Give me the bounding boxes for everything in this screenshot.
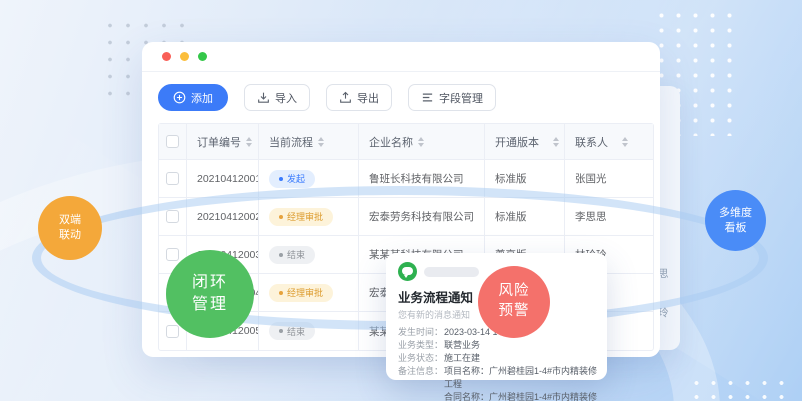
sender-name-placeholder xyxy=(424,267,479,277)
list-settings-icon xyxy=(421,91,434,104)
import-button-label: 导入 xyxy=(275,90,297,106)
remark-line: 项目名称：广州碧桂园1-4#市内精装修工程 xyxy=(444,365,597,391)
table-header-row: 订单编号 当前流程 企业名称 开通版本 联系人 xyxy=(159,124,653,160)
field-management-button[interactable]: 字段管理 xyxy=(408,84,496,111)
sort-icon[interactable] xyxy=(246,137,252,147)
status-badge: 发起 xyxy=(269,170,315,188)
plus-circle-icon xyxy=(173,91,186,104)
import-icon xyxy=(257,91,270,104)
sort-icon[interactable] xyxy=(318,137,324,147)
row-checkbox[interactable] xyxy=(166,325,179,338)
column-header-order-id[interactable]: 订单编号 xyxy=(187,124,259,160)
dot-grid-bottom-right xyxy=(688,376,788,401)
column-header-version[interactable]: 开通版本 xyxy=(485,124,565,160)
window-close-button[interactable] xyxy=(162,52,171,61)
add-button-label: 添加 xyxy=(191,90,213,106)
column-header-current-flow[interactable]: 当前流程 xyxy=(259,124,359,160)
row-checkbox[interactable] xyxy=(166,172,179,185)
status-dot xyxy=(279,329,283,333)
wechat-icon xyxy=(398,262,417,281)
feature-badge-risk-warning: 风险 预警 xyxy=(478,266,550,338)
sort-icon[interactable] xyxy=(622,137,628,147)
export-icon xyxy=(339,91,352,104)
column-header-company[interactable]: 企业名称 xyxy=(359,124,485,160)
status-dot xyxy=(279,177,283,181)
window-minimize-button[interactable] xyxy=(180,52,189,61)
window-maximize-button[interactable] xyxy=(198,52,207,61)
feature-badge-closed-loop: 闭环 管理 xyxy=(166,250,254,338)
notification-field: 业务状态： 施工在建 xyxy=(398,352,597,365)
export-button[interactable]: 导出 xyxy=(326,84,392,111)
remark-line: 合同名称：广州碧桂园1-4#市内精装修工程龙骨采购合同 xyxy=(444,391,597,401)
feature-badge-dual-linkage: 双端 联动 xyxy=(38,196,102,260)
feature-badge-multi-dimension-board: 多维度 看板 xyxy=(705,190,766,251)
window-titlebar xyxy=(142,42,660,72)
toolbar: 添加 导入 导出 字段管理 xyxy=(142,72,660,111)
notification-field: 备注信息： 项目名称：广州碧桂园1-4#市内精装修工程 合同名称：广州碧桂园1-… xyxy=(398,365,597,401)
export-button-label: 导出 xyxy=(357,90,379,106)
add-button[interactable]: 添加 xyxy=(158,84,228,111)
notification-field: 业务类型： 联营业务 xyxy=(398,339,597,352)
select-all-checkbox[interactable] xyxy=(166,135,179,148)
field-management-button-label: 字段管理 xyxy=(439,90,483,106)
sort-icon[interactable] xyxy=(418,137,424,147)
marketing-banner: 思 玲 添加 导入 xyxy=(0,0,802,401)
column-header-contact[interactable]: 联系人 xyxy=(565,124,653,160)
sort-icon[interactable] xyxy=(553,137,559,147)
import-button[interactable]: 导入 xyxy=(244,84,310,111)
contact-cell: 张国光 xyxy=(565,160,653,198)
